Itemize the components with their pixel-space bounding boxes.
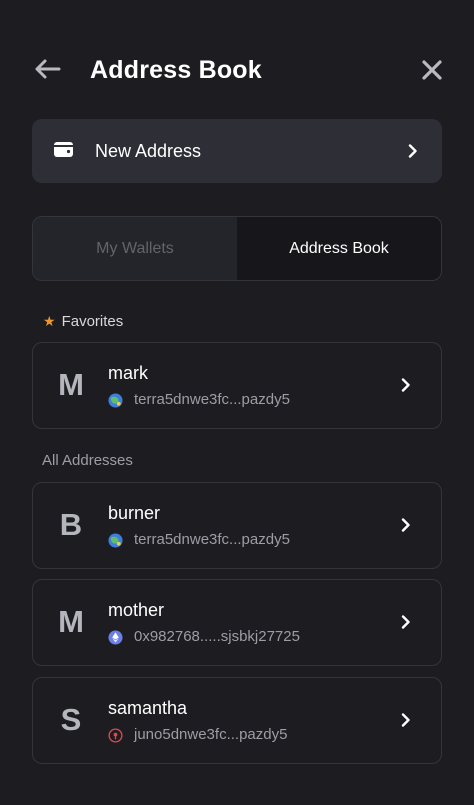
address-card-mother[interactable]: M mother 0x982768.....sjsbkj27725 bbox=[32, 579, 442, 666]
all-addresses-heading: All Addresses bbox=[42, 452, 133, 469]
contact-name: burner bbox=[108, 503, 161, 523]
chevron-right-icon bbox=[401, 378, 410, 392]
star-icon: ★ bbox=[43, 313, 56, 329]
tab-address-book[interactable]: Address Book bbox=[237, 217, 441, 280]
juno-icon bbox=[108, 727, 123, 743]
wallet-address: juno5dnwe3fc...pazdy5 bbox=[134, 726, 288, 743]
avatar: B bbox=[59, 507, 83, 542]
header: Address Book bbox=[32, 40, 446, 100]
chevron-right-icon bbox=[401, 518, 410, 532]
ethereum-icon bbox=[108, 629, 123, 645]
address-row: 0x982768.....sjsbkj27725 bbox=[108, 627, 300, 647]
address-row: terra5dnwe3fc...pazdy5 bbox=[108, 530, 290, 550]
favorites-heading: ★ Favorites bbox=[43, 311, 123, 332]
favorites-label: Favorites bbox=[61, 313, 124, 330]
address-card-samantha[interactable]: S samantha juno5dnwe3fc...pazdy5 bbox=[32, 677, 442, 764]
chevron-right-icon bbox=[408, 144, 417, 158]
tab-my-wallets[interactable]: My Wallets bbox=[33, 217, 237, 280]
wallet-icon bbox=[54, 142, 73, 157]
view-tabs: My Wallets Address Book bbox=[32, 216, 442, 281]
new-address-label: New Address bbox=[95, 141, 202, 161]
wallet-address: terra5dnwe3fc...pazdy5 bbox=[134, 391, 290, 408]
back-button[interactable] bbox=[32, 54, 62, 84]
close-button[interactable] bbox=[418, 56, 446, 84]
address-row: juno5dnwe3fc...pazdy5 bbox=[108, 725, 287, 745]
avatar: S bbox=[60, 702, 82, 737]
page-title: Address Book bbox=[90, 56, 262, 84]
avatar: M bbox=[58, 604, 84, 639]
wallet-address: 0x982768.....sjsbkj27725 bbox=[134, 628, 300, 645]
terra-icon bbox=[108, 532, 123, 548]
contact-name: samantha bbox=[108, 698, 188, 718]
chevron-right-icon bbox=[401, 713, 410, 727]
address-row: terra5dnwe3fc...pazdy5 bbox=[108, 390, 290, 410]
arrow-left-icon bbox=[35, 59, 61, 79]
avatar: M bbox=[58, 367, 84, 402]
contact-name: mother bbox=[108, 600, 165, 620]
address-card-burner[interactable]: B burner terra5dnwe3fc...pazdy5 bbox=[32, 482, 442, 569]
address-card-mark[interactable]: M mark terra5dnwe3fc...pazdy5 bbox=[32, 342, 442, 429]
contact-name: mark bbox=[108, 363, 148, 383]
terra-icon bbox=[108, 392, 123, 408]
chevron-right-icon bbox=[401, 615, 410, 629]
close-icon bbox=[422, 60, 442, 80]
wallet-address: terra5dnwe3fc...pazdy5 bbox=[134, 531, 290, 548]
address-book-screen: Address Book New Address My Wallets Addr… bbox=[0, 0, 474, 805]
new-address-button[interactable]: New Address bbox=[32, 119, 442, 183]
